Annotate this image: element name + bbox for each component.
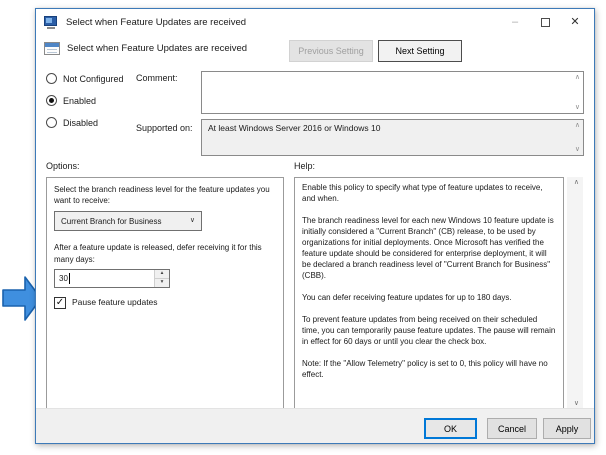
options-panel: Select the branch readiness level for th… <box>46 177 284 409</box>
minimize-button: – <box>500 11 530 33</box>
pause-updates-row[interactable]: ✓ Pause feature updates <box>54 297 276 309</box>
radio-selected-dot <box>49 98 54 103</box>
radio-circle[interactable] <box>46 73 57 84</box>
radio-label: Enabled <box>63 96 96 106</box>
help-panel: Enable this policy to specify what type … <box>294 177 584 409</box>
checkmark-icon: ✓ <box>56 298 64 308</box>
radio-enabled[interactable]: Enabled <box>46 95 96 106</box>
title-bar[interactable]: Select when Feature Updates are received… <box>36 9 594 35</box>
comment-label: Comment: <box>136 73 178 83</box>
scroll-up-icon[interactable]: ∧ <box>575 74 580 81</box>
spin-up-icon: ▴ <box>161 270 164 278</box>
scroll-down-icon: ∨ <box>575 146 580 153</box>
ok-button[interactable]: OK <box>424 418 477 439</box>
scroll-up-icon: ∧ <box>575 122 580 129</box>
comment-textarea[interactable]: ∧ ∨ <box>201 71 584 114</box>
defer-days-value: 30 <box>59 273 68 284</box>
next-setting-button[interactable]: Next Setting <box>378 40 462 62</box>
scroll-down-icon[interactable]: ∨ <box>574 400 579 407</box>
defer-days-prompt: After a feature update is released, defe… <box>54 242 276 264</box>
close-icon: ✕ <box>570 17 579 28</box>
branch-readiness-select[interactable]: Current Branch for Business ∨ <box>54 211 202 231</box>
cancel-button[interactable]: Cancel <box>487 418 537 439</box>
maximize-icon <box>541 18 550 27</box>
help-scrollbar[interactable]: ∧ ∨ <box>567 177 583 409</box>
gpedit-app-icon <box>44 16 59 29</box>
branch-readiness-value: Current Branch for Business <box>61 216 162 227</box>
branch-readiness-prompt: Select the branch readiness level for th… <box>54 184 276 206</box>
radio-circle[interactable] <box>46 95 57 106</box>
chevron-down-icon: ∨ <box>190 216 195 226</box>
supported-on-label: Supported on: <box>136 123 193 133</box>
defer-days-input[interactable]: 30 ▴ ▾ <box>54 269 170 288</box>
radio-circle[interactable] <box>46 117 57 128</box>
supported-on-box: At least Windows Server 2016 or Windows … <box>201 119 584 156</box>
pause-updates-checkbox[interactable]: ✓ <box>54 297 66 309</box>
supported-on-value: At least Windows Server 2016 or Windows … <box>208 123 380 133</box>
scroll-up-icon[interactable]: ∧ <box>574 179 579 186</box>
pause-updates-label[interactable]: Pause feature updates <box>72 297 158 309</box>
spin-down-icon: ▾ <box>161 279 164 287</box>
close-button[interactable]: ✕ <box>560 11 590 33</box>
button-bar: OK Cancel Apply <box>36 408 594 443</box>
help-label: Help: <box>294 161 315 171</box>
scroll-down-icon[interactable]: ∨ <box>575 104 580 111</box>
text-caret <box>69 273 70 284</box>
minimize-icon: – <box>512 17 518 28</box>
spin-down-button[interactable]: ▾ <box>155 279 169 287</box>
maximize-button[interactable] <box>530 11 560 33</box>
help-text: Enable this policy to specify what type … <box>294 177 564 409</box>
radio-not-configured[interactable]: Not Configured <box>46 73 124 84</box>
window-title: Select when Feature Updates are received <box>66 17 246 28</box>
setting-header: Select when Feature Updates are received <box>44 42 247 55</box>
radio-label: Not Configured <box>63 74 124 84</box>
options-label: Options: <box>46 161 80 171</box>
spin-up-button[interactable]: ▴ <box>155 270 169 279</box>
radio-disabled[interactable]: Disabled <box>46 117 98 128</box>
previous-setting-button: Previous Setting <box>289 40 373 62</box>
apply-button[interactable]: Apply <box>543 418 591 439</box>
setting-name: Select when Feature Updates are received <box>67 43 247 54</box>
radio-label: Disabled <box>63 118 98 128</box>
policy-setting-dialog: Select when Feature Updates are received… <box>35 8 595 444</box>
policy-setting-icon <box>44 42 60 55</box>
